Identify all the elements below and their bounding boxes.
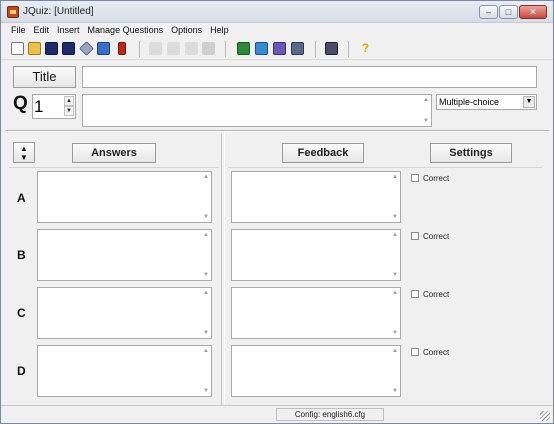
answer-scrollbar-a[interactable]: ▲ ▼ [201,172,211,222]
grid-icon[interactable] [237,42,250,55]
menu-insert[interactable]: Insert [53,23,84,35]
settings-header-button[interactable]: Settings [430,143,512,163]
tile-icon[interactable] [255,42,268,55]
save-icon[interactable] [45,42,58,55]
toolbar: ? [1,38,553,60]
checkbox-icon [411,348,419,356]
answer-field-b[interactable]: ▲ ▼ [37,229,212,281]
question-number: 1 [34,97,44,116]
menu-edit[interactable]: Edit [30,23,54,35]
menu-bar: File Edit Insert Manage Questions Options Hel… [1,23,553,38]
feedback-field-c[interactable]: ▲ ▼ [231,287,401,339]
answer-scrollbar-d[interactable]: ▲ ▼ [201,346,211,396]
open-folder-icon[interactable] [28,42,41,55]
feedback-scrollbar-c[interactable]: ▲ ▼ [390,288,400,338]
checkbox-icon [411,174,419,182]
correct-label-a: Correct [423,174,450,183]
feedback-field-a[interactable]: ▲ ▼ [231,171,401,223]
menu-help[interactable]: Help [206,23,233,35]
menu-options[interactable]: Options [167,23,206,35]
feedback-header-button[interactable]: Feedback [282,143,364,163]
menu-file[interactable]: File [1,23,30,35]
export-icon[interactable] [79,41,94,56]
menu-manage-questions[interactable]: Manage Questions [84,23,168,35]
paste-icon[interactable] [202,42,215,55]
feedback-scrollbar-d[interactable]: ▲ ▼ [390,346,400,396]
correct-label-b: Correct [423,232,450,241]
maximize-button[interactable]: □ [499,5,518,19]
undo-icon[interactable] [149,42,162,55]
feedback-scrollbar-a[interactable]: ▲ ▼ [390,172,400,222]
correct-checkbox-c[interactable]: Correct [411,290,449,299]
question-type-select[interactable]: Multiple-choice ▼ [436,94,537,110]
title-button[interactable]: Title [13,66,76,88]
spin-up-icon[interactable]: ▲ [64,96,74,106]
question-text-field[interactable]: ▲ ▼ [82,94,432,127]
answer-label-d: D [17,364,26,378]
checkbox-icon [411,232,419,240]
web-export-icon[interactable] [97,42,110,55]
feedback-field-b[interactable]: ▲ ▼ [231,229,401,281]
checkbox-icon [411,290,419,298]
answers-header-button[interactable]: Answers [72,143,156,163]
add-question-icon[interactable] [118,42,126,55]
correct-checkbox-d[interactable]: Correct [411,348,449,357]
answer-label-b: B [17,248,26,262]
title-bar: JQuiz: [Untitled] – □ ✕ [1,1,553,23]
config-status: Config: english6.cfg [276,408,384,421]
jquiz-window: JQuiz: [Untitled] – □ ✕ File Edit Insert Ma… [0,0,554,424]
answer-scrollbar-b[interactable]: ▲ ▼ [201,230,211,280]
feedback-scrollbar-b[interactable]: ▲ ▼ [390,230,400,280]
save-as-icon[interactable] [62,42,75,55]
question-type-value: Multiple-choice [439,97,500,107]
question-scrollbar[interactable]: ▲ ▼ [421,95,431,126]
chevron-down-icon[interactable]: ▼ [523,96,535,108]
correct-label-d: Correct [423,348,450,357]
answer-label-a: A [17,191,26,205]
close-button[interactable]: ✕ [519,5,547,19]
help-icon[interactable]: ? [359,42,372,55]
config-icon[interactable] [325,42,338,55]
resize-grip-icon[interactable] [540,411,550,421]
correct-checkbox-a[interactable]: Correct [411,174,449,183]
tree-icon[interactable] [273,42,286,55]
status-bar: Config: english6.cfg [1,405,553,423]
new-file-icon[interactable] [11,42,24,55]
answer-field-a[interactable]: ▲ ▼ [37,171,212,223]
minimize-button[interactable]: – [479,5,498,19]
question-number-stepper[interactable]: 1 ▲ ▼ [32,94,76,119]
answer-scrollbar-c[interactable]: ▲ ▼ [201,288,211,338]
find-icon[interactable] [291,42,304,55]
cut-icon[interactable] [167,42,180,55]
title-input[interactable] [82,66,537,88]
answer-label-c: C [17,306,26,320]
answer-field-c[interactable]: ▲ ▼ [37,287,212,339]
sort-answers-button[interactable]: ▲ ▼ [13,142,35,163]
correct-checkbox-b[interactable]: Correct [411,232,449,241]
feedback-field-d[interactable]: ▲ ▼ [231,345,401,397]
copy-icon[interactable] [185,42,198,55]
answer-field-d[interactable]: ▲ ▼ [37,345,212,397]
spin-down-icon[interactable]: ▼ [64,106,74,116]
question-label: Q [13,93,28,114]
correct-label-c: Correct [423,290,450,299]
window-title: JQuiz: [Untitled] [23,6,94,17]
divider [5,130,549,132]
app-icon [7,6,19,18]
